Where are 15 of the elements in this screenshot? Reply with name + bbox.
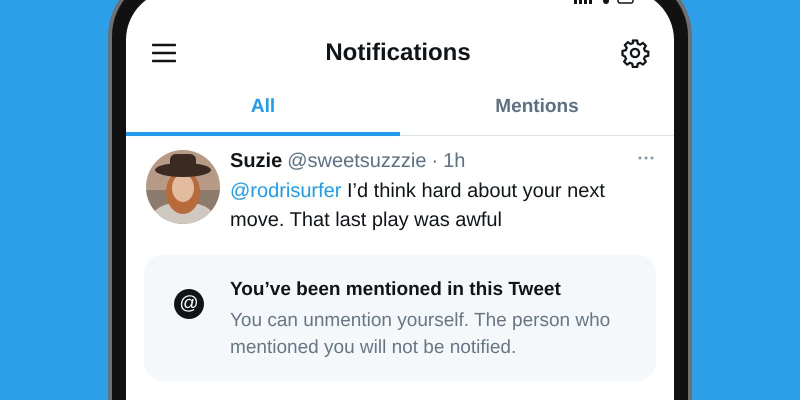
menu-icon[interactable] xyxy=(152,43,176,63)
author-handle[interactable]: @sweetsuzzzie xyxy=(287,150,426,173)
notice-title: You’ve been mentioned in this Tweet xyxy=(230,279,562,301)
tweet-time: 1h xyxy=(443,150,466,173)
more-icon[interactable] xyxy=(638,156,654,160)
mention-link[interactable]: @rodrisurfer xyxy=(230,180,342,202)
tweet-text: @rodrisurfer I’d think hard about your next move. That last play was awful xyxy=(230,179,606,233)
page-title: Notifications xyxy=(325,39,471,67)
author-name[interactable]: Suzie xyxy=(230,150,282,173)
notice-text: You can unmention yourself. The person who mentioned you will not be notified. xyxy=(230,309,612,360)
settings-icon[interactable] xyxy=(620,38,650,68)
mention-icon: @ xyxy=(174,289,204,319)
separator-dot: · xyxy=(432,150,438,173)
tab[interactable]: All xyxy=(126,88,400,136)
tab[interactable]: Mentions xyxy=(400,88,674,136)
